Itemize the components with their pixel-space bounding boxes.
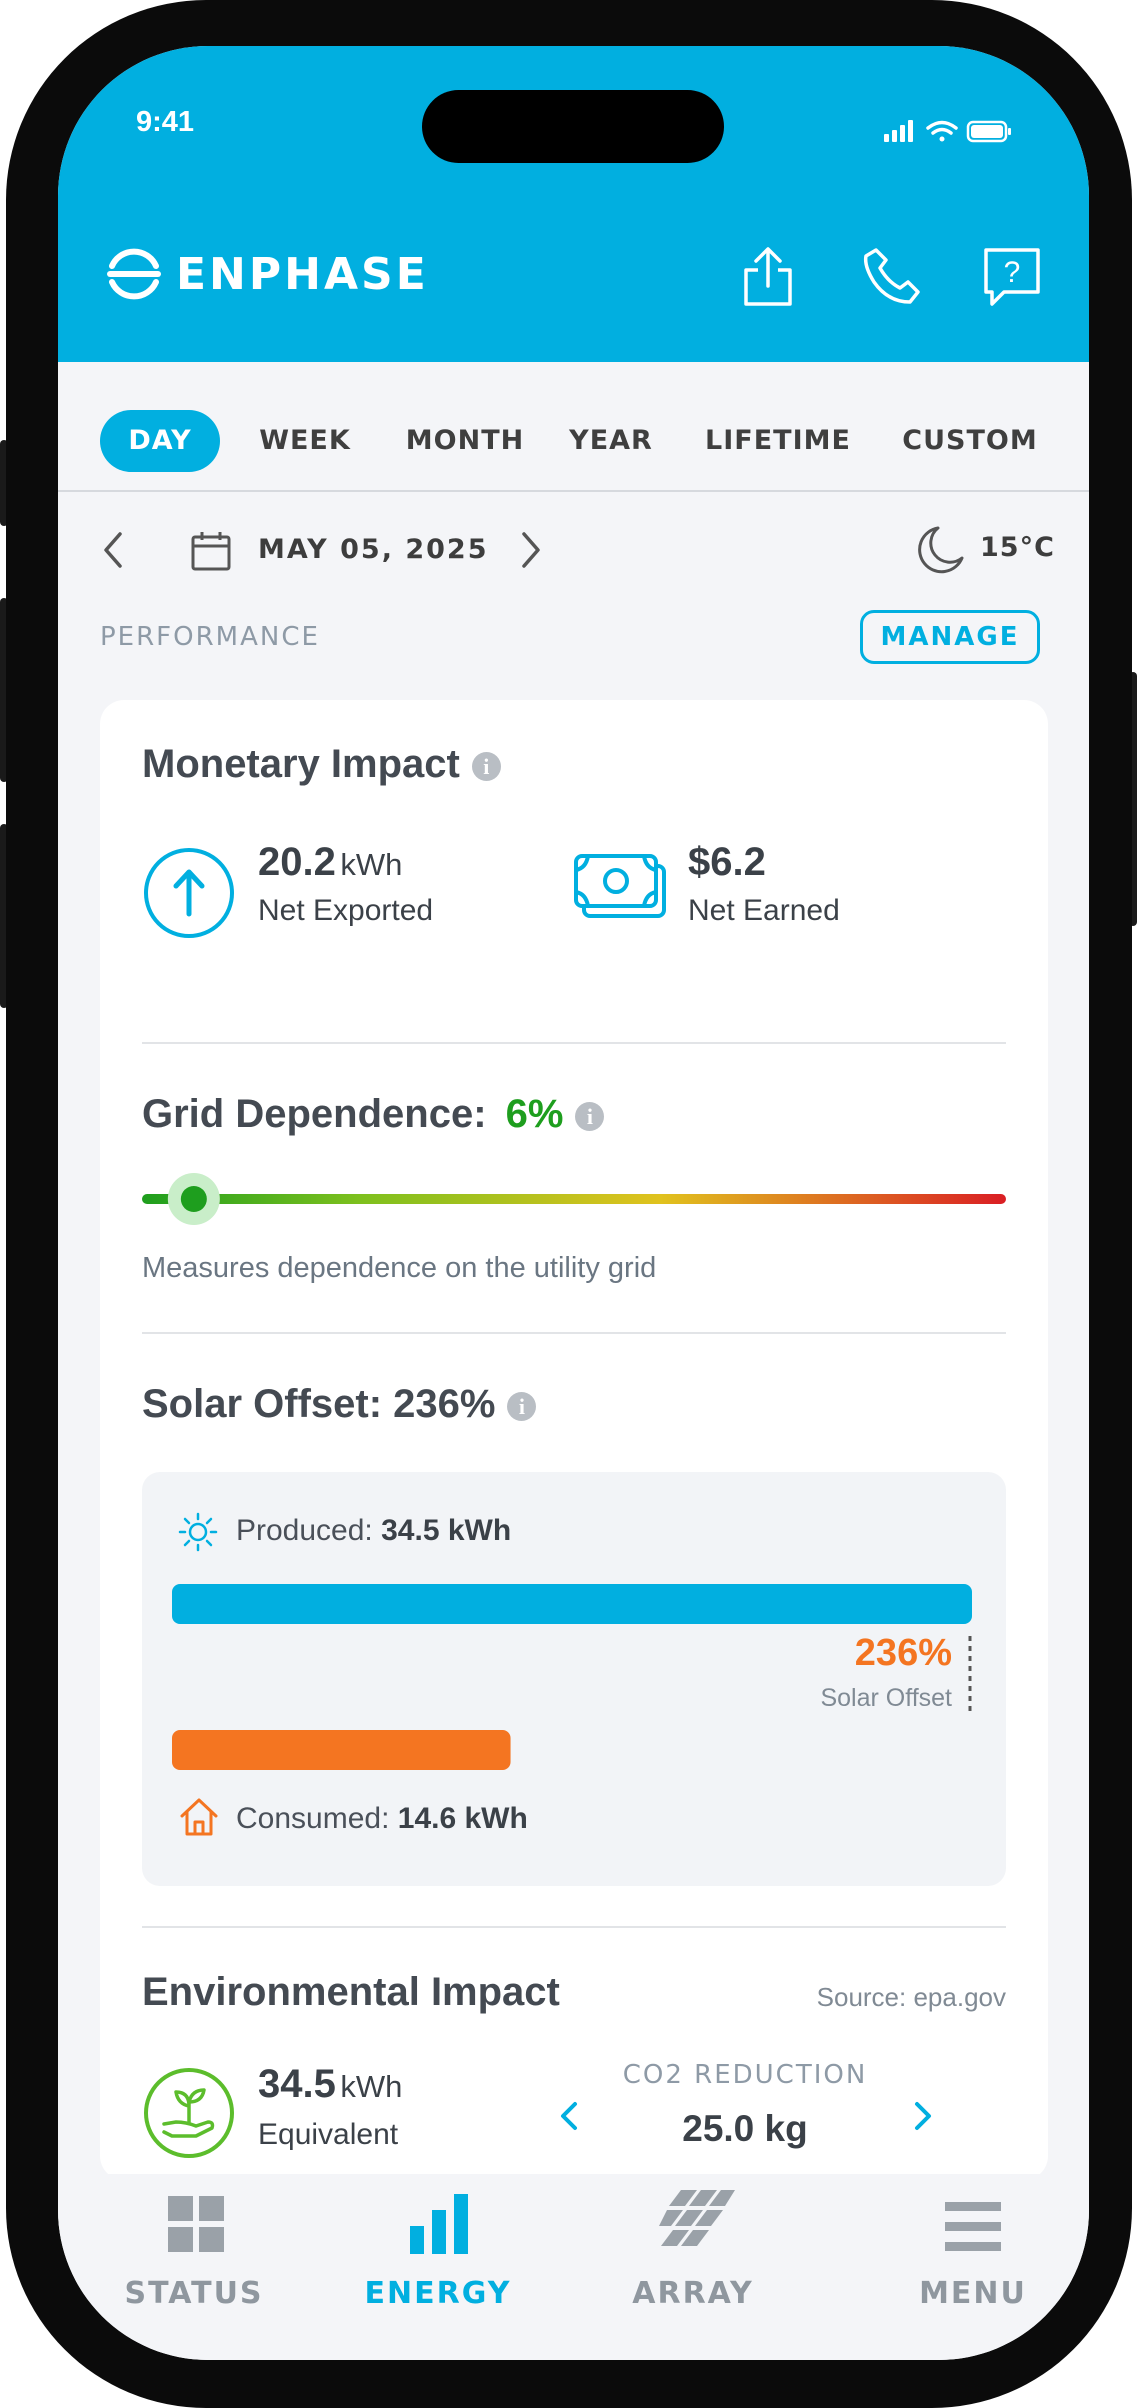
- next-date-icon[interactable]: [516, 530, 546, 570]
- produced-bar: [172, 1584, 972, 1624]
- money-icon: [574, 854, 666, 918]
- app-header: 9:41 ENPHASE ?: [58, 46, 1089, 362]
- brand-name: ENPHASE: [176, 248, 429, 300]
- nav-status-label[interactable]: STATUS: [94, 2276, 294, 2311]
- dynamic-island: [422, 90, 724, 163]
- menu-icon: [945, 2202, 1001, 2251]
- app-screen: 9:41 ENPHASE ? DAY WEEK MONTH YEAR LIFET…: [58, 46, 1089, 2360]
- enphase-logo: ENPHASE: [106, 246, 429, 302]
- offset-label: Solar Offset: [820, 1684, 952, 1712]
- nav-status[interactable]: [94, 2174, 294, 2360]
- divider: [142, 1926, 1006, 1928]
- env-label: Equivalent: [258, 2118, 399, 2151]
- produced-row: Produced: 34.5 kWh: [236, 1514, 511, 1548]
- next-impact-icon[interactable]: [910, 2096, 936, 2136]
- tab-week[interactable]: WEEK: [240, 410, 370, 472]
- export-arrow-icon: [144, 848, 234, 938]
- consumed-row: Consumed: 14.6 kWh: [236, 1802, 528, 1836]
- svg-text:?: ?: [1004, 256, 1021, 289]
- wifi-icon: [926, 120, 958, 142]
- signal-icon: [884, 120, 913, 142]
- divider: [142, 1042, 1006, 1044]
- status-grid-icon: [168, 2196, 224, 2252]
- grid-dependence-slider: [142, 1173, 1006, 1225]
- environmental-source: Source: epa.gov: [816, 1982, 1006, 2012]
- grid-info-icon[interactable]: i: [575, 1101, 605, 1131]
- tab-day[interactable]: DAY: [100, 410, 220, 472]
- performance-label: PERFORMANCE: [100, 622, 320, 652]
- nav-array-label[interactable]: ARRAY: [593, 2276, 793, 2311]
- monetary-section-title: Monetary Impact i: [142, 742, 501, 787]
- prev-impact-icon[interactable]: [556, 2096, 582, 2136]
- net-exported-label: Net Exported: [258, 894, 434, 927]
- env-value: 34.5: [258, 2062, 336, 2106]
- solar-info-icon[interactable]: i: [507, 1391, 537, 1421]
- bottom-navigation: [58, 2174, 1089, 2360]
- solar-offset-panel: Produced: 34.5 kWh 236% Solar Offset Con…: [142, 1472, 1006, 1886]
- offset-percent: 236%: [854, 1632, 952, 1674]
- divider: [142, 1332, 1006, 1334]
- performance-card: Monetary Impact i 20.2 kWh Net Exported $…: [100, 700, 1048, 2180]
- grid-percent: 6%: [505, 1092, 564, 1136]
- net-earned-value: $6.2: [688, 840, 766, 884]
- monetary-title: Monetary Impact: [142, 742, 460, 786]
- help-icon[interactable]: ?: [982, 246, 1042, 308]
- tab-lifetime[interactable]: LIFETIME: [688, 410, 868, 472]
- tab-year[interactable]: YEAR: [556, 410, 666, 472]
- net-exported-unit: kWh: [340, 847, 403, 882]
- phone-frame: 9:41 ENPHASE ? DAY WEEK MONTH YEAR LIFET…: [6, 0, 1132, 2408]
- nav-menu-label[interactable]: MENU: [873, 2276, 1073, 2311]
- plant-hand-icon: [144, 2068, 234, 2158]
- share-icon[interactable]: [740, 246, 796, 308]
- phone-icon[interactable]: [862, 246, 922, 306]
- grid-title: Grid Dependence:: [142, 1092, 487, 1136]
- slider-track: [142, 1194, 1006, 1204]
- net-exported: 20.2 kWh: [258, 840, 402, 885]
- energy-bars-icon: [410, 2194, 468, 2254]
- net-exported-value: 20.2: [258, 840, 336, 884]
- produced-value: 34.5 kWh: [381, 1514, 512, 1547]
- consumed-bar: [172, 1730, 511, 1770]
- nav-menu[interactable]: [873, 2174, 1073, 2360]
- status-icons: [884, 120, 1011, 143]
- consumed-value: 14.6 kWh: [397, 1802, 528, 1835]
- battery-icon: [966, 120, 1011, 143]
- solar-section-title: Solar Offset: 236% i: [142, 1382, 537, 1427]
- tab-custom[interactable]: CUSTOM: [890, 410, 1050, 472]
- manage-button[interactable]: MANAGE: [860, 610, 1040, 664]
- period-tabs: DAY WEEK MONTH YEAR LIFETIME CUSTOM: [58, 362, 1089, 492]
- nav-energy-label[interactable]: ENERGY: [338, 2276, 538, 2311]
- net-earned-label: Net Earned: [688, 894, 840, 927]
- temperature: 15°C: [980, 532, 1055, 563]
- nav-energy[interactable]: [338, 2174, 538, 2360]
- consumed-label: Consumed:: [236, 1802, 390, 1835]
- environmental-title: Environmental Impact: [142, 1970, 560, 2014]
- produced-label: Produced:: [236, 1514, 373, 1547]
- solar-title: Solar Offset: 236%: [142, 1382, 496, 1426]
- co2-reduction-value: 25.0 kg: [682, 2108, 808, 2149]
- co2-reduction-label: CO2 REDUCTION: [622, 2060, 868, 2090]
- env-equivalent: 34.5 kWh: [258, 2062, 402, 2107]
- prev-date-icon[interactable]: [98, 530, 128, 570]
- selected-date[interactable]: MAY 05, 2025: [258, 534, 489, 565]
- sun-icon: [178, 1512, 218, 1552]
- monetary-info-icon[interactable]: i: [471, 751, 501, 781]
- status-time: 9:41: [136, 106, 195, 138]
- env-unit: kWh: [340, 2069, 403, 2104]
- tab-month[interactable]: MONTH: [390, 410, 540, 472]
- home-icon: [180, 1798, 218, 1836]
- nav-array[interactable]: [593, 2174, 793, 2360]
- moon-icon: [918, 526, 964, 574]
- grid-section-title: Grid Dependence: 6% i: [142, 1092, 605, 1137]
- slider-knob: [167, 1173, 220, 1225]
- grid-description: Measures dependence on the utility grid: [142, 1252, 657, 1284]
- array-panels-icon: [659, 2190, 735, 2246]
- calendar-icon[interactable]: [190, 530, 232, 572]
- enphase-logo-icon: [107, 248, 161, 300]
